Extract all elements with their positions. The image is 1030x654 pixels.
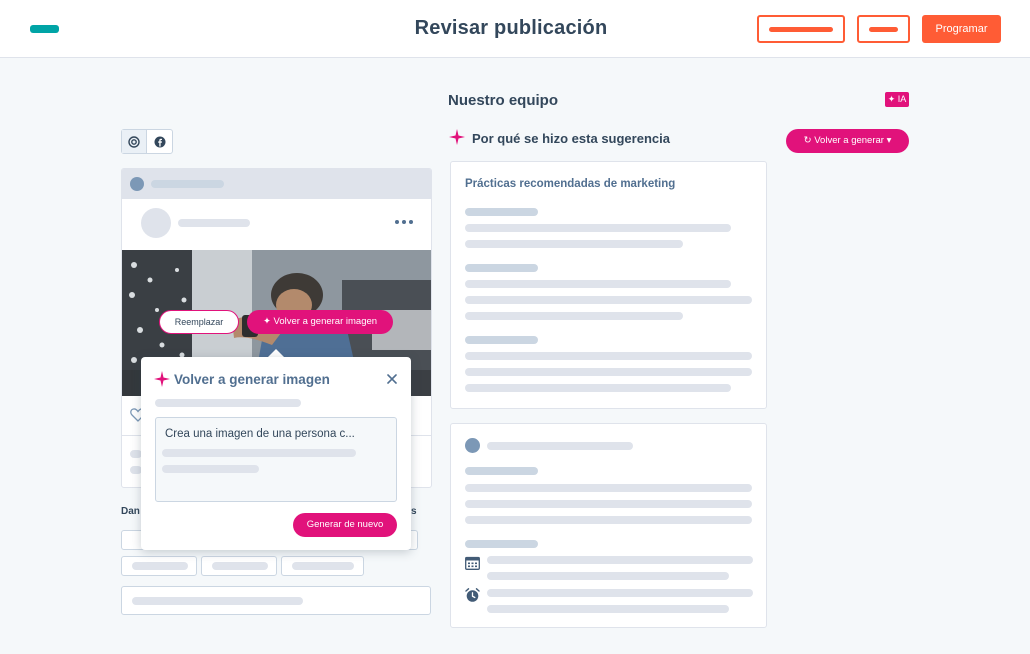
regenerate-image-button[interactable]: ✦ Volver a generar imagen — [247, 310, 393, 334]
best-practices-card: Prácticas recomendadas de marketing — [450, 161, 767, 409]
regenerate-label: Volver a generar — [814, 135, 884, 146]
suggestion-heading: Nuestro equipo — [448, 92, 559, 109]
sparkle-icon: ✦ — [262, 316, 271, 327]
network-toggle — [121, 129, 173, 154]
detail-chip[interactable] — [201, 556, 277, 576]
detail-chip[interactable] — [281, 556, 364, 576]
caret-down-icon: ▾ — [886, 135, 892, 146]
instagram-tab[interactable] — [122, 130, 148, 153]
detail-input[interactable] — [121, 586, 431, 615]
popover-title: Volver a generar imagen — [174, 372, 330, 387]
regenerate-image-label: Volver a generar imagen — [273, 316, 378, 327]
why-suggestion-title: Por qué se hizo esta sugerencia — [472, 131, 670, 146]
clock-icon — [465, 588, 480, 602]
post-details-card — [450, 423, 767, 628]
facebook-icon — [154, 136, 165, 147]
sparkle-icon — [449, 129, 465, 145]
popover-description-skeleton — [155, 399, 301, 407]
detail-avatar — [465, 438, 480, 453]
more-horizontal-icon[interactable] — [394, 219, 414, 225]
post-card-header — [122, 169, 431, 199]
detail-chip[interactable] — [121, 556, 197, 576]
profile-name-skeleton — [178, 219, 250, 227]
account-avatar — [130, 177, 144, 191]
details-label: Dan — [121, 506, 140, 517]
calendar-icon — [465, 556, 480, 570]
profile-avatar — [141, 208, 171, 238]
account-name-skeleton — [151, 180, 224, 188]
instagram-icon — [128, 135, 140, 148]
secondary-action-button[interactable] — [757, 15, 845, 43]
prompt-textarea[interactable]: Crea una imagen de una persona c... — [155, 417, 397, 502]
ai-badge: ✦ IA — [885, 92, 909, 107]
top-bar: Revisar publicación Programar — [0, 0, 1030, 58]
tertiary-action-button[interactable] — [857, 15, 910, 43]
details-label-tail: s — [411, 506, 417, 517]
regenerate-image-popover: Volver a generar imagen Crea una imagen … — [141, 357, 411, 550]
refresh-icon: ↻ — [803, 135, 812, 146]
best-practices-heading: Prácticas recomendadas de marketing — [465, 178, 676, 190]
schedule-button[interactable]: Programar — [922, 15, 1001, 43]
regenerate-button[interactable]: ↻ Volver a generar ▾ — [786, 129, 909, 153]
replace-image-button[interactable]: Reemplazar — [159, 310, 239, 334]
facebook-tab[interactable] — [147, 130, 172, 153]
close-icon[interactable] — [385, 372, 399, 386]
generate-again-button[interactable]: Generar de nuevo — [293, 513, 397, 537]
sparkle-icon — [154, 371, 170, 387]
prompt-value: Crea una imagen de una persona c... — [165, 428, 355, 440]
